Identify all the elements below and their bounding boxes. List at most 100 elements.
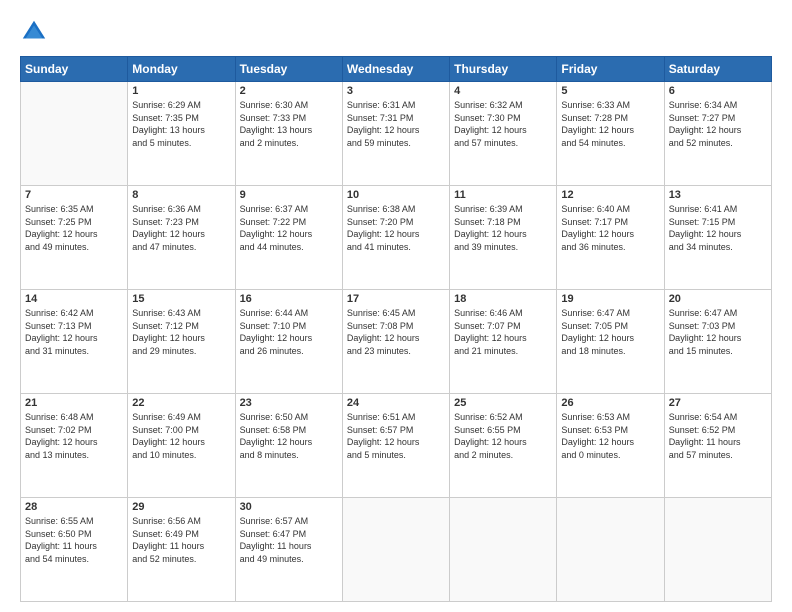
calendar-cell: 12 Sunrise: 6:40 AM Sunset: 7:17 PM Dayli… bbox=[557, 186, 664, 290]
calendar-cell: 18 Sunrise: 6:46 AM Sunset: 7:07 PM Dayli… bbox=[450, 290, 557, 394]
calendar-cell: 7 Sunrise: 6:35 AM Sunset: 7:25 PM Daylig… bbox=[21, 186, 128, 290]
week-row-2: 7 Sunrise: 6:35 AM Sunset: 7:25 PM Daylig… bbox=[21, 186, 772, 290]
cell-info: Sunrise: 6:36 AM Sunset: 7:23 PM Dayligh… bbox=[132, 203, 230, 253]
calendar-cell: 25 Sunrise: 6:52 AM Sunset: 6:55 PM Dayli… bbox=[450, 394, 557, 498]
cell-info: Sunrise: 6:31 AM Sunset: 7:31 PM Dayligh… bbox=[347, 99, 445, 149]
day-number: 19 bbox=[561, 293, 659, 305]
calendar-cell: 5 Sunrise: 6:33 AM Sunset: 7:28 PM Daylig… bbox=[557, 82, 664, 186]
calendar-cell: 13 Sunrise: 6:41 AM Sunset: 7:15 PM Dayli… bbox=[664, 186, 771, 290]
col-header-monday: Monday bbox=[128, 57, 235, 82]
calendar-cell: 6Sunrise: 6:34 AM Sunset: 7:27 PM Daylig… bbox=[664, 82, 771, 186]
day-number: 25 bbox=[454, 397, 552, 409]
day-number: 18 bbox=[454, 293, 552, 305]
cell-info: Sunrise: 6:48 AM Sunset: 7:02 PM Dayligh… bbox=[25, 411, 123, 461]
calendar-cell: 19 Sunrise: 6:47 AM Sunset: 7:05 PM Dayli… bbox=[557, 290, 664, 394]
col-header-tuesday: Tuesday bbox=[235, 57, 342, 82]
day-number: 3 bbox=[347, 85, 445, 97]
calendar-cell: 22 Sunrise: 6:49 AM Sunset: 7:00 PM Dayli… bbox=[128, 394, 235, 498]
calendar-cell: 8 Sunrise: 6:36 AM Sunset: 7:23 PM Daylig… bbox=[128, 186, 235, 290]
calendar-cell: 14 Sunrise: 6:42 AM Sunset: 7:13 PM Dayli… bbox=[21, 290, 128, 394]
cell-info: Sunrise: 6:38 AM Sunset: 7:20 PM Dayligh… bbox=[347, 203, 445, 253]
col-header-friday: Friday bbox=[557, 57, 664, 82]
week-row-4: 21Sunrise: 6:48 AM Sunset: 7:02 PM Dayli… bbox=[21, 394, 772, 498]
calendar-cell: 27 Sunrise: 6:54 AM Sunset: 6:52 PM Dayli… bbox=[664, 394, 771, 498]
calendar-cell bbox=[450, 498, 557, 602]
calendar-cell: 21Sunrise: 6:48 AM Sunset: 7:02 PM Dayli… bbox=[21, 394, 128, 498]
cell-info: Sunrise: 6:35 AM Sunset: 7:25 PM Dayligh… bbox=[25, 203, 123, 253]
col-header-saturday: Saturday bbox=[664, 57, 771, 82]
calendar-cell: 30 Sunrise: 6:57 AM Sunset: 6:47 PM Dayli… bbox=[235, 498, 342, 602]
calendar-cell: 3 Sunrise: 6:31 AM Sunset: 7:31 PM Daylig… bbox=[342, 82, 449, 186]
day-number: 23 bbox=[240, 397, 338, 409]
calendar-cell: 28Sunrise: 6:55 AM Sunset: 6:50 PM Dayli… bbox=[21, 498, 128, 602]
cell-info: Sunrise: 6:30 AM Sunset: 7:33 PM Dayligh… bbox=[240, 99, 338, 149]
day-number: 30 bbox=[240, 501, 338, 513]
day-number: 9 bbox=[240, 189, 338, 201]
calendar-cell: 2 Sunrise: 6:30 AM Sunset: 7:33 PM Daylig… bbox=[235, 82, 342, 186]
calendar-cell: 1 Sunrise: 6:29 AM Sunset: 7:35 PM Daylig… bbox=[128, 82, 235, 186]
day-number: 27 bbox=[669, 397, 767, 409]
calendar-cell bbox=[664, 498, 771, 602]
logo bbox=[20, 18, 52, 46]
cell-info: Sunrise: 6:42 AM Sunset: 7:13 PM Dayligh… bbox=[25, 307, 123, 357]
calendar-cell: 24 Sunrise: 6:51 AM Sunset: 6:57 PM Dayli… bbox=[342, 394, 449, 498]
cell-info: Sunrise: 6:40 AM Sunset: 7:17 PM Dayligh… bbox=[561, 203, 659, 253]
col-header-wednesday: Wednesday bbox=[342, 57, 449, 82]
day-number: 5 bbox=[561, 85, 659, 97]
day-number: 17 bbox=[347, 293, 445, 305]
day-number: 1 bbox=[132, 85, 230, 97]
cell-info: Sunrise: 6:39 AM Sunset: 7:18 PM Dayligh… bbox=[454, 203, 552, 253]
col-header-thursday: Thursday bbox=[450, 57, 557, 82]
calendar-cell: 10 Sunrise: 6:38 AM Sunset: 7:20 PM Dayli… bbox=[342, 186, 449, 290]
cell-info: Sunrise: 6:46 AM Sunset: 7:07 PM Dayligh… bbox=[454, 307, 552, 357]
page: SundayMondayTuesdayWednesdayThursdayFrid… bbox=[0, 0, 792, 612]
day-number: 15 bbox=[132, 293, 230, 305]
calendar-cell: 4 Sunrise: 6:32 AM Sunset: 7:30 PM Daylig… bbox=[450, 82, 557, 186]
day-number: 8 bbox=[132, 189, 230, 201]
cell-info: Sunrise: 6:29 AM Sunset: 7:35 PM Dayligh… bbox=[132, 99, 230, 149]
cell-info: Sunrise: 6:51 AM Sunset: 6:57 PM Dayligh… bbox=[347, 411, 445, 461]
cell-info: Sunrise: 6:37 AM Sunset: 7:22 PM Dayligh… bbox=[240, 203, 338, 253]
day-number: 6 bbox=[669, 85, 767, 97]
day-number: 16 bbox=[240, 293, 338, 305]
cell-info: Sunrise: 6:45 AM Sunset: 7:08 PM Dayligh… bbox=[347, 307, 445, 357]
cell-info: Sunrise: 6:57 AM Sunset: 6:47 PM Dayligh… bbox=[240, 515, 338, 565]
calendar-cell: 11 Sunrise: 6:39 AM Sunset: 7:18 PM Dayli… bbox=[450, 186, 557, 290]
day-number: 29 bbox=[132, 501, 230, 513]
week-row-1: 1 Sunrise: 6:29 AM Sunset: 7:35 PM Daylig… bbox=[21, 82, 772, 186]
cell-info: Sunrise: 6:33 AM Sunset: 7:28 PM Dayligh… bbox=[561, 99, 659, 149]
calendar-cell: 26Sunrise: 6:53 AM Sunset: 6:53 PM Dayli… bbox=[557, 394, 664, 498]
calendar-cell bbox=[557, 498, 664, 602]
day-number: 4 bbox=[454, 85, 552, 97]
calendar-cell: 20Sunrise: 6:47 AM Sunset: 7:03 PM Dayli… bbox=[664, 290, 771, 394]
cell-info: Sunrise: 6:43 AM Sunset: 7:12 PM Dayligh… bbox=[132, 307, 230, 357]
cell-info: Sunrise: 6:32 AM Sunset: 7:30 PM Dayligh… bbox=[454, 99, 552, 149]
calendar-cell bbox=[21, 82, 128, 186]
day-number: 22 bbox=[132, 397, 230, 409]
day-number: 11 bbox=[454, 189, 552, 201]
day-number: 13 bbox=[669, 189, 767, 201]
day-number: 26 bbox=[561, 397, 659, 409]
col-header-sunday: Sunday bbox=[21, 57, 128, 82]
day-number: 14 bbox=[25, 293, 123, 305]
calendar-cell: 16 Sunrise: 6:44 AM Sunset: 7:10 PM Dayli… bbox=[235, 290, 342, 394]
day-number: 28 bbox=[25, 501, 123, 513]
day-number: 10 bbox=[347, 189, 445, 201]
calendar-cell bbox=[342, 498, 449, 602]
header-row: SundayMondayTuesdayWednesdayThursdayFrid… bbox=[21, 57, 772, 82]
day-number: 7 bbox=[25, 189, 123, 201]
calendar-cell: 29Sunrise: 6:56 AM Sunset: 6:49 PM Dayli… bbox=[128, 498, 235, 602]
cell-info: Sunrise: 6:54 AM Sunset: 6:52 PM Dayligh… bbox=[669, 411, 767, 461]
cell-info: Sunrise: 6:44 AM Sunset: 7:10 PM Dayligh… bbox=[240, 307, 338, 357]
cell-info: Sunrise: 6:41 AM Sunset: 7:15 PM Dayligh… bbox=[669, 203, 767, 253]
cell-info: Sunrise: 6:47 AM Sunset: 7:03 PM Dayligh… bbox=[669, 307, 767, 357]
cell-info: Sunrise: 6:49 AM Sunset: 7:00 PM Dayligh… bbox=[132, 411, 230, 461]
logo-icon bbox=[20, 18, 48, 46]
calendar-cell: 9 Sunrise: 6:37 AM Sunset: 7:22 PM Daylig… bbox=[235, 186, 342, 290]
day-number: 24 bbox=[347, 397, 445, 409]
cell-info: Sunrise: 6:47 AM Sunset: 7:05 PM Dayligh… bbox=[561, 307, 659, 357]
cell-info: Sunrise: 6:52 AM Sunset: 6:55 PM Dayligh… bbox=[454, 411, 552, 461]
cell-info: Sunrise: 6:50 AM Sunset: 6:58 PM Dayligh… bbox=[240, 411, 338, 461]
day-number: 2 bbox=[240, 85, 338, 97]
day-number: 12 bbox=[561, 189, 659, 201]
